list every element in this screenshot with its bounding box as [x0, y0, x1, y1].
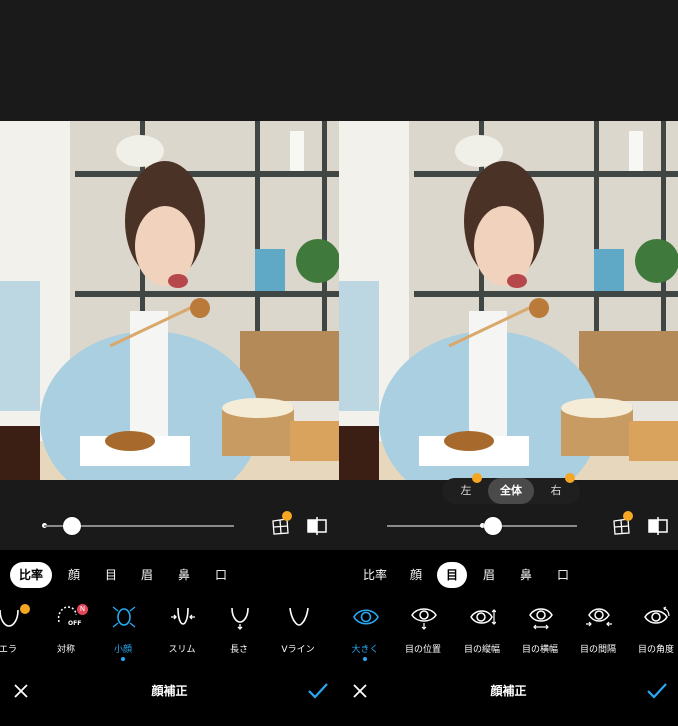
- crown-badge: [20, 604, 30, 614]
- feature-eye-distance-label: 目の間隔: [579, 645, 616, 655]
- confirm-check-icon[interactable]: [307, 681, 329, 701]
- new-badge: N: [77, 604, 88, 615]
- feature-eye-height-label: 目の縦幅: [463, 645, 500, 655]
- left-editor-panel: 比率 顔 目 眉 鼻 口 エラ OFF N 対称 小顔 スリム 長さ Vライン …: [0, 0, 339, 726]
- feature-slim[interactable]: スリム: [152, 604, 212, 664]
- top-bar: [339, 0, 678, 121]
- v-line-icon: [289, 607, 309, 626]
- jaw-icon: [0, 609, 19, 627]
- feature-eye-height[interactable]: 目の縦幅: [452, 604, 512, 664]
- compare-button[interactable]: [647, 515, 669, 537]
- category-tabs: 比率 顔 目 眉 鼻 口: [0, 550, 339, 600]
- compare-button[interactable]: [306, 515, 328, 537]
- category-tabs: 比率 顔 目 眉 鼻 口: [339, 550, 678, 600]
- tab-eyebrows[interactable]: 眉: [477, 562, 501, 588]
- eye-angle-icon: [644, 606, 670, 624]
- feature-eye-position-label: 目の位置: [404, 645, 441, 655]
- tab-eyes[interactable]: 目: [99, 562, 123, 588]
- intensity-slider-knob[interactable]: [484, 517, 502, 535]
- feature-eye-width[interactable]: 目の横幅: [510, 604, 570, 664]
- confirm-check-icon[interactable]: [646, 681, 668, 701]
- tab-eyebrows[interactable]: 眉: [135, 562, 159, 588]
- crown-badge: [282, 511, 292, 521]
- eye-width-icon: [529, 608, 553, 630]
- tab-mouth[interactable]: 口: [551, 562, 575, 588]
- photo-canvas[interactable]: [0, 121, 339, 480]
- eye-height-icon: [470, 609, 496, 625]
- feature-eye-width-label: 目の横幅: [521, 645, 558, 655]
- portrait-photo: [0, 121, 339, 480]
- photo-canvas[interactable]: [339, 121, 678, 480]
- tab-mouth[interactable]: 口: [209, 562, 233, 588]
- bottom-bar: 顔補正: [339, 666, 678, 726]
- side-option-both[interactable]: 全体: [488, 478, 534, 504]
- small-face-icon: [112, 606, 136, 628]
- feature-v-line-label: Vライン: [281, 645, 315, 655]
- feature-jaw-label: エラ: [0, 645, 17, 655]
- feature-eye-angle-label: 目の角度: [637, 645, 674, 655]
- feature-list: 大きく 目の位置 目の縦幅 目の横幅 目の間隔 目の角度: [339, 600, 678, 666]
- feature-symmetry[interactable]: OFF N 対称: [36, 604, 96, 664]
- compare-icon: [307, 517, 327, 535]
- tab-face[interactable]: 顔: [62, 562, 86, 588]
- feature-jaw[interactable]: エラ: [0, 604, 38, 664]
- tab-nose[interactable]: 鼻: [172, 562, 196, 588]
- portrait-photo: [339, 121, 678, 480]
- bottom-bar: 顔補正: [0, 666, 339, 726]
- eye-position-icon: [411, 608, 437, 630]
- feature-eye-position[interactable]: 目の位置: [393, 604, 453, 664]
- active-indicator-dot: [121, 657, 125, 661]
- slim-icon: [171, 607, 195, 625]
- feature-length-label: 長さ: [229, 645, 248, 655]
- screen-title: 顔補正: [151, 684, 188, 698]
- crown-badge: [623, 511, 633, 521]
- feature-v-line[interactable]: Vライン: [268, 604, 328, 664]
- feature-eye-distance[interactable]: 目の間隔: [568, 604, 628, 664]
- feature-eye-enlarge[interactable]: 大きく: [339, 604, 395, 664]
- feature-symmetry-label: 対称: [56, 645, 75, 655]
- feature-eye-enlarge-label: 大きく: [351, 645, 379, 655]
- crown-badge: [472, 473, 482, 483]
- feature-eye-angle[interactable]: 目の角度: [626, 604, 678, 664]
- symmetry-off-text: OFF: [68, 620, 82, 627]
- eye-distance-icon: [586, 608, 612, 627]
- feature-small-face-label: 小顔: [113, 645, 132, 655]
- feature-list: エラ OFF N 対称 小顔 スリム 長さ Vライン: [0, 600, 339, 666]
- tab-ratio[interactable]: 比率: [10, 562, 52, 588]
- compare-icon: [648, 517, 668, 535]
- grid-mesh-button[interactable]: [611, 511, 633, 537]
- intensity-slider-area: [0, 480, 339, 550]
- feature-small-face[interactable]: 小顔: [93, 604, 153, 664]
- eye-icon: [353, 609, 379, 625]
- screen-title: 顔補正: [490, 684, 527, 698]
- tab-face[interactable]: 顔: [404, 562, 428, 588]
- length-icon: [231, 607, 249, 630]
- active-indicator-dot: [363, 657, 367, 661]
- feature-length[interactable]: 長さ: [209, 604, 269, 664]
- intensity-slider-knob[interactable]: [63, 517, 81, 535]
- top-bar: [0, 0, 339, 121]
- tab-eyes[interactable]: 目: [437, 562, 467, 588]
- tab-nose[interactable]: 鼻: [514, 562, 538, 588]
- side-selector: 左 全体 右: [442, 473, 580, 504]
- right-editor-panel: 左 全体 右 比率 顔 目 眉 鼻 口 大きく 目の位置 目の縦幅 目の横幅 目…: [339, 0, 678, 726]
- grid-mesh-button[interactable]: [270, 511, 292, 537]
- crown-badge: [565, 473, 575, 483]
- tab-ratio[interactable]: 比率: [361, 562, 389, 588]
- feature-slim-label: スリム: [168, 645, 196, 655]
